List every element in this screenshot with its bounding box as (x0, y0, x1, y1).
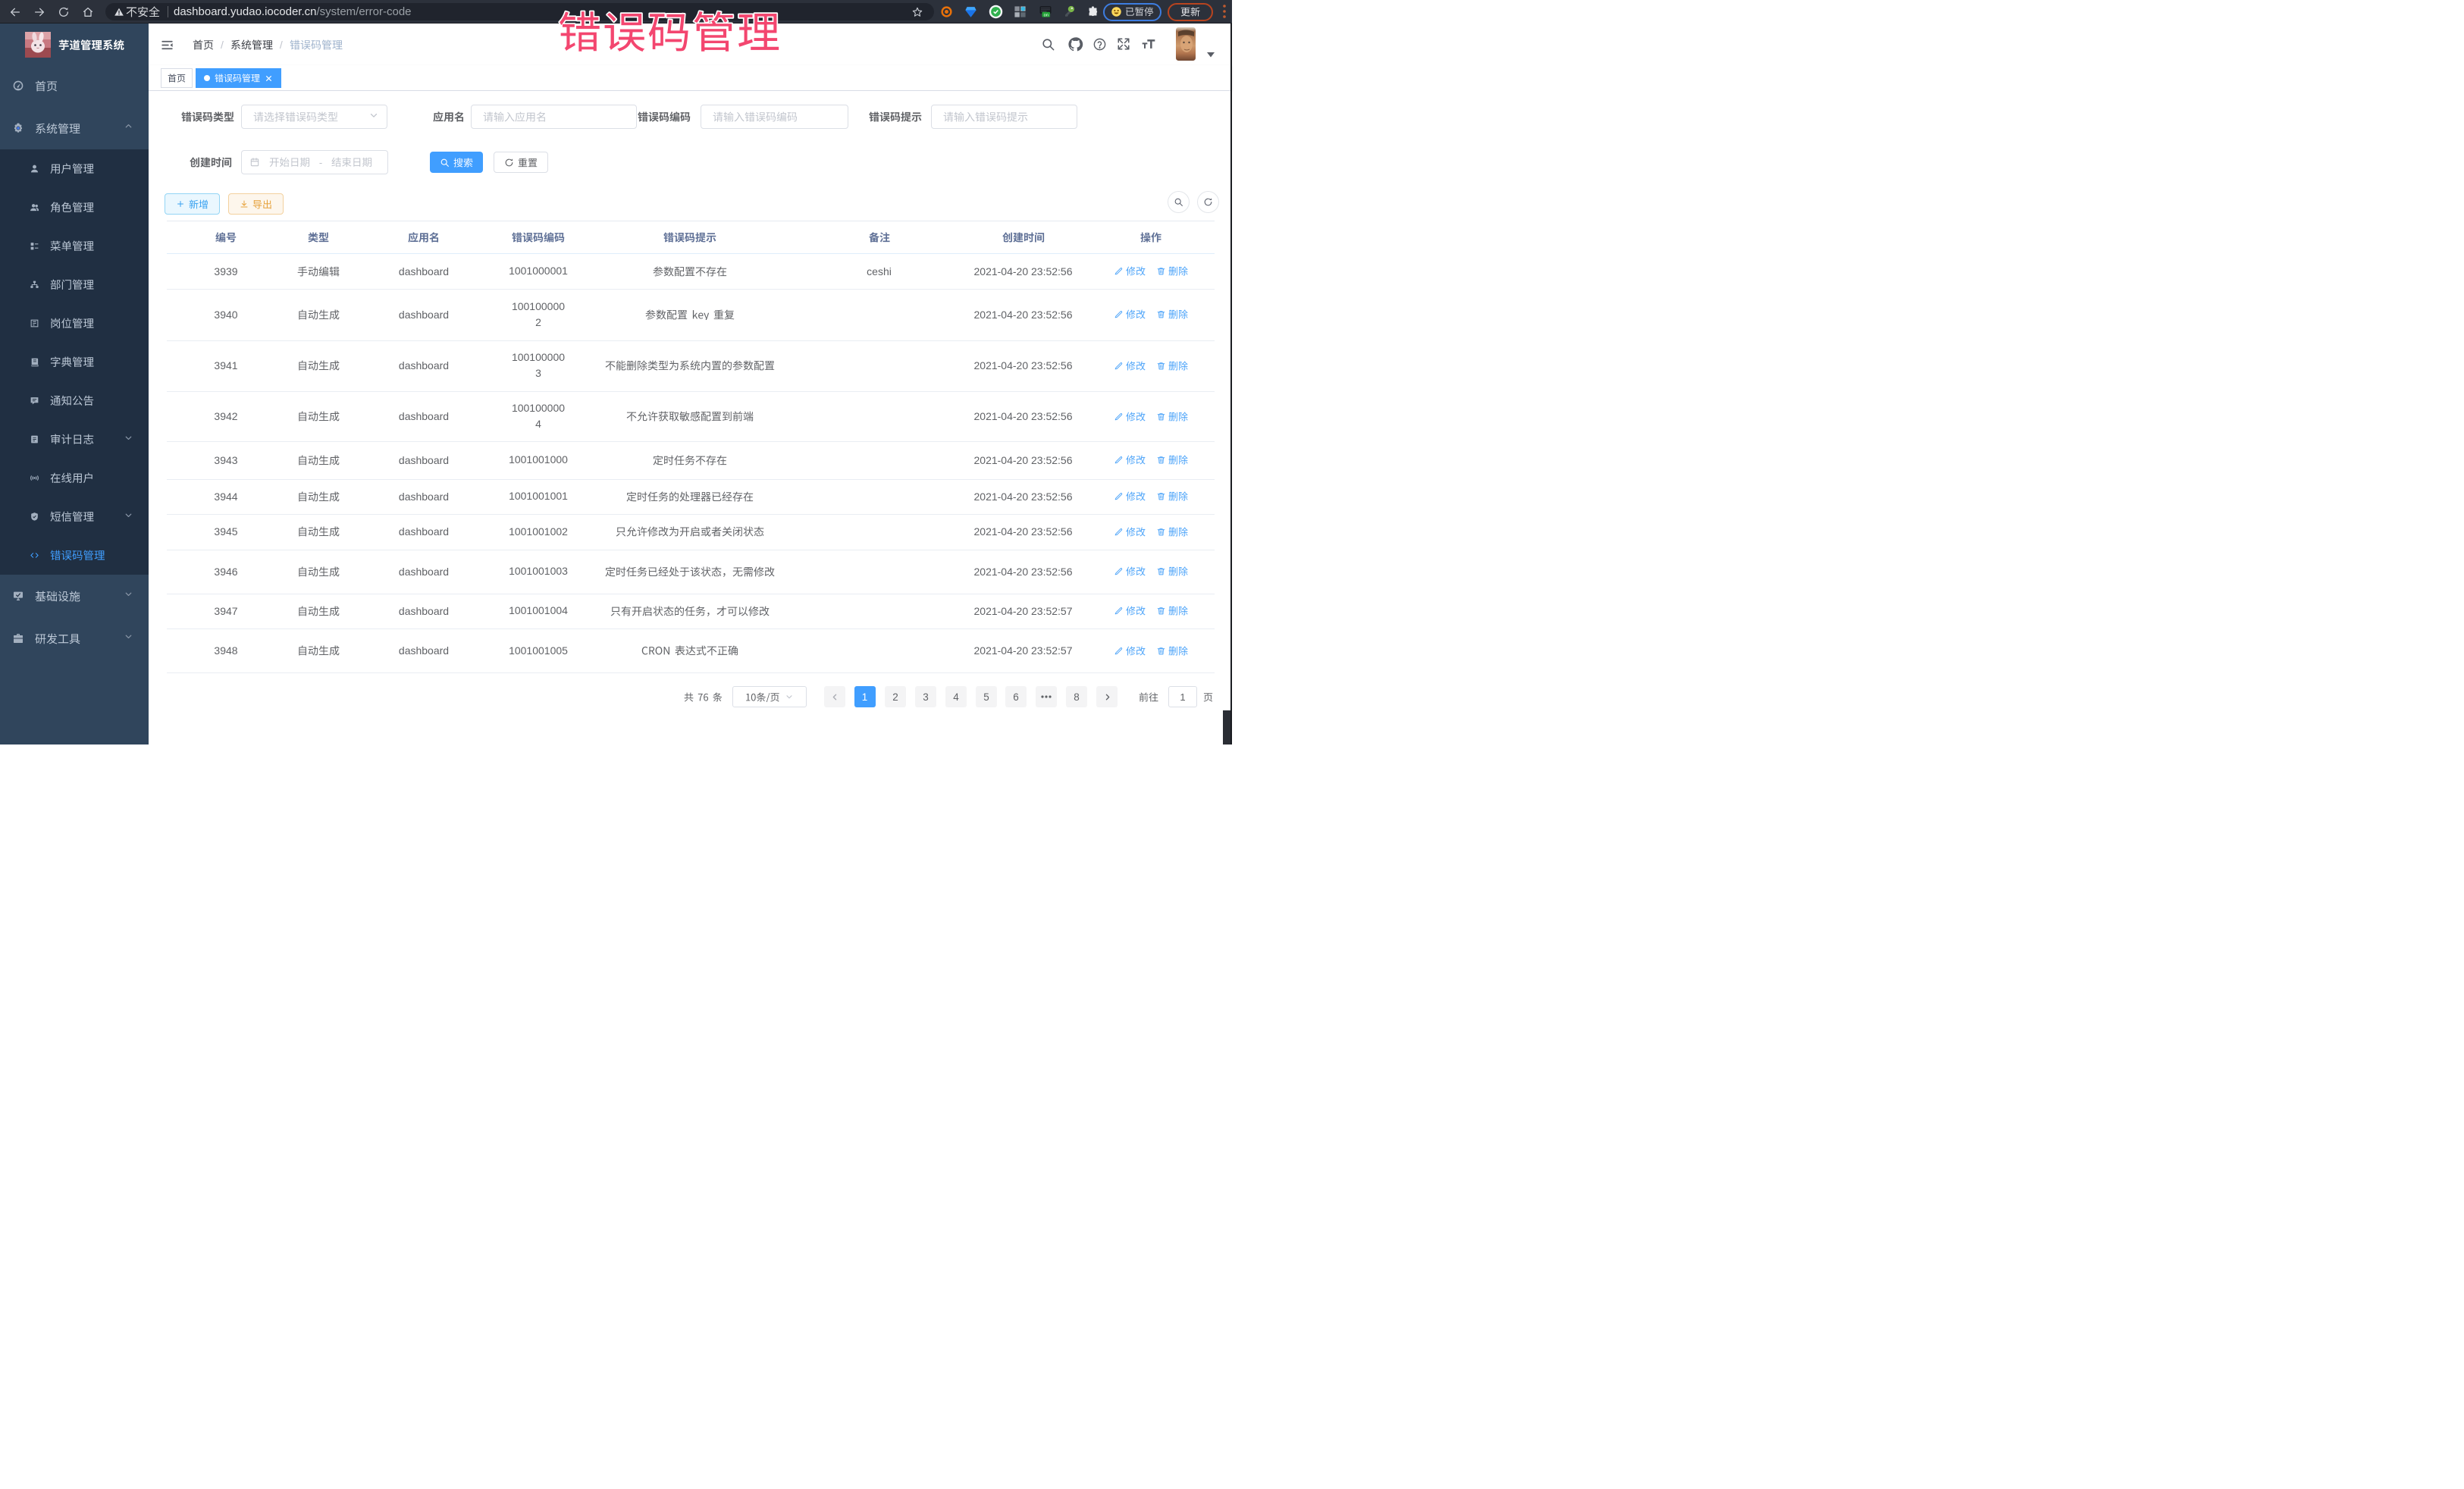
svg-text:on: on (1044, 13, 1049, 17)
